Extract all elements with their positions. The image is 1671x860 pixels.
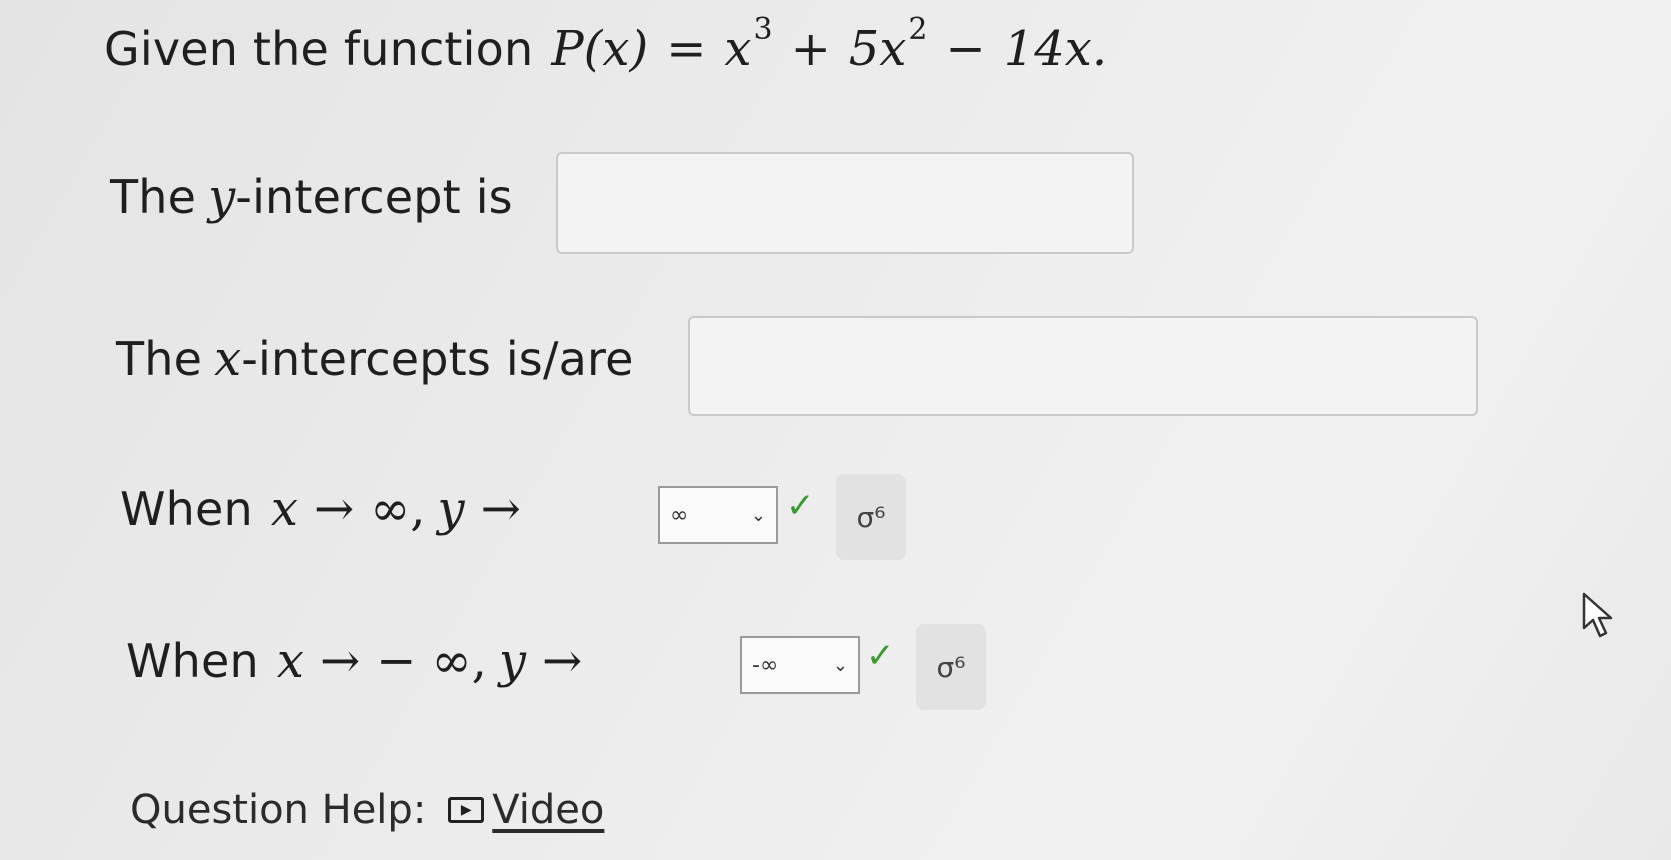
term2-exponent: 2 [908,11,928,47]
when-label: When [126,634,259,688]
y-variable: y [498,633,527,689]
math-keyboard-icon[interactable]: σ⁶ [836,474,906,560]
y-variable: y [437,481,465,537]
x-intercepts-label-post: -intercepts is/are [241,332,634,386]
term1-exponent: 3 [753,11,773,47]
question-line: Given the function P(x) = x 3 + 5x 2 − 1… [104,11,1108,84]
math-keyboard-icon[interactable]: σ⁶ [916,624,986,710]
end-behavior-negative-select[interactable]: -∞ ⌄ [740,636,860,694]
y-intercept-input[interactable] [556,152,1134,254]
term2-coefficient: 5x [848,21,907,77]
x-intercepts-input[interactable] [688,316,1478,416]
mouse-pointer-icon [1582,592,1613,638]
check-icon: ✓ [786,486,815,526]
term3: 14x. [1003,21,1108,77]
arrow: → [313,481,355,537]
chevron-down-icon: ⌄ [750,504,766,526]
arrow: → [319,633,361,689]
term1-base: x [724,21,752,77]
video-link[interactable]: Video [492,787,604,833]
x-variable: x [276,633,304,689]
when-label: When [120,482,253,536]
x-variable: x [214,331,242,387]
limit-negative-infinity: − ∞, [376,633,487,689]
limit-infinity: ∞, [370,481,426,537]
question-help: Question Help: ▶ Video [130,780,604,840]
plus-sign: + [790,21,831,77]
equals-sign: = [666,21,707,77]
end-behavior-positive-select[interactable]: ∞ ⌄ [658,486,778,544]
x-intercepts-label-pre: The [116,332,203,386]
arrow: → [480,481,521,537]
video-play-icon[interactable]: ▶ [448,797,485,823]
selected-value: ∞ [670,502,689,528]
sigma-icon: σ⁶ [936,650,966,684]
x-intercepts-row: The x -intercepts is/are [116,324,634,394]
y-intercept-label-pre: The [110,170,197,224]
sigma-icon: σ⁶ [856,500,886,534]
y-intercept-row: The y -intercept is [110,162,513,232]
x-variable: x [270,481,298,537]
function-lhs: P(x) [551,21,649,77]
check-icon: ✓ [866,636,895,676]
chevron-down-icon: ⌄ [832,654,848,676]
arrow: → [542,633,583,689]
y-variable: y [208,169,236,225]
y-intercept-label-post: -intercept is [235,170,513,224]
question-help-label: Question Help: [130,787,427,833]
selected-value: -∞ [752,652,779,678]
end-behavior-negative-row: When x → − ∞, y → [126,626,582,696]
question-prefix: Given the function [104,22,534,76]
minus-sign: − [945,21,986,77]
end-behavior-positive-row: When x → ∞, y → [120,474,521,544]
